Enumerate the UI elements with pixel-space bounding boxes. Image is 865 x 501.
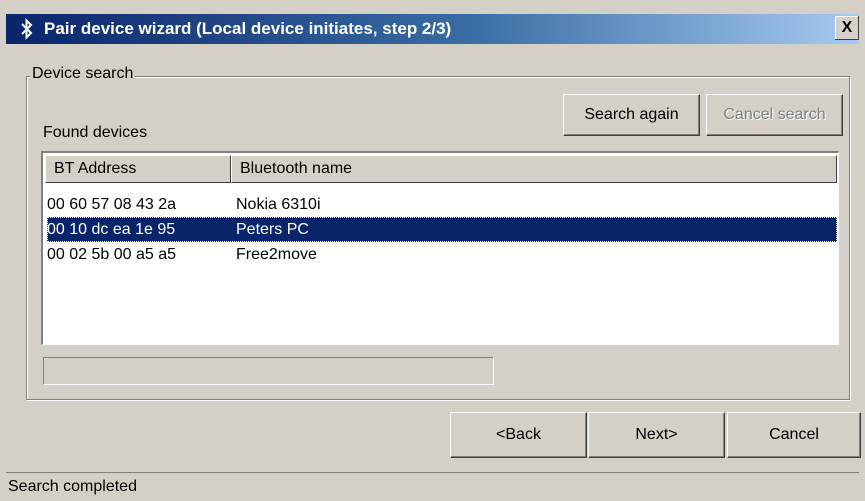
window-title: Pair device wizard (Local device initiat… [44, 19, 452, 38]
list-header: BT Address Bluetooth name [45, 155, 837, 183]
device-name: Peters PC [236, 220, 309, 238]
column-header-bluetooth-name[interactable]: Bluetooth name [231, 155, 837, 183]
close-button[interactable]: X [835, 16, 859, 40]
pair-device-wizard-window: Pair device wizard (Local device initiat… [0, 0, 865, 501]
device-name: Nokia 6310i [236, 195, 321, 213]
search-again-button[interactable]: Search again [563, 94, 700, 136]
device-name: Free2move [236, 245, 317, 263]
device-address: 00 60 57 08 43 2a [47, 195, 177, 213]
device-row-selected[interactable]: 00 10 dc ea 1e 95 Peters PC [47, 217, 837, 242]
bluetooth-icon [16, 18, 38, 40]
cancel-button[interactable]: Cancel [727, 412, 861, 458]
title-bar[interactable]: Pair device wizard (Local device initiat… [6, 14, 859, 44]
found-devices-list[interactable]: BT Address Bluetooth name 00 60 57 08 43… [41, 151, 839, 345]
device-address: 00 10 dc ea 1e 95 [47, 220, 176, 238]
cancel-search-button[interactable]: Cancel search [706, 94, 843, 136]
device-address: 00 02 5b 00 a5 a5 [47, 245, 177, 263]
list-rows: 00 60 57 08 43 2a Nokia 6310i 00 10 dc e… [47, 192, 837, 267]
back-button[interactable]: <Back [450, 412, 587, 458]
status-bar: Search completed [6, 472, 859, 501]
device-row[interactable]: 00 60 57 08 43 2a Nokia 6310i [47, 192, 837, 217]
status-text: Search completed [8, 478, 137, 495]
device-row[interactable]: 00 02 5b 00 a5 a5 Free2move [47, 242, 837, 267]
next-button[interactable]: Next> [588, 412, 725, 458]
column-header-bt-address[interactable]: BT Address [45, 155, 231, 183]
search-progress-bar [43, 357, 494, 385]
device-search-group-label: Device search [30, 65, 136, 83]
found-devices-label: Found devices [43, 124, 148, 141]
